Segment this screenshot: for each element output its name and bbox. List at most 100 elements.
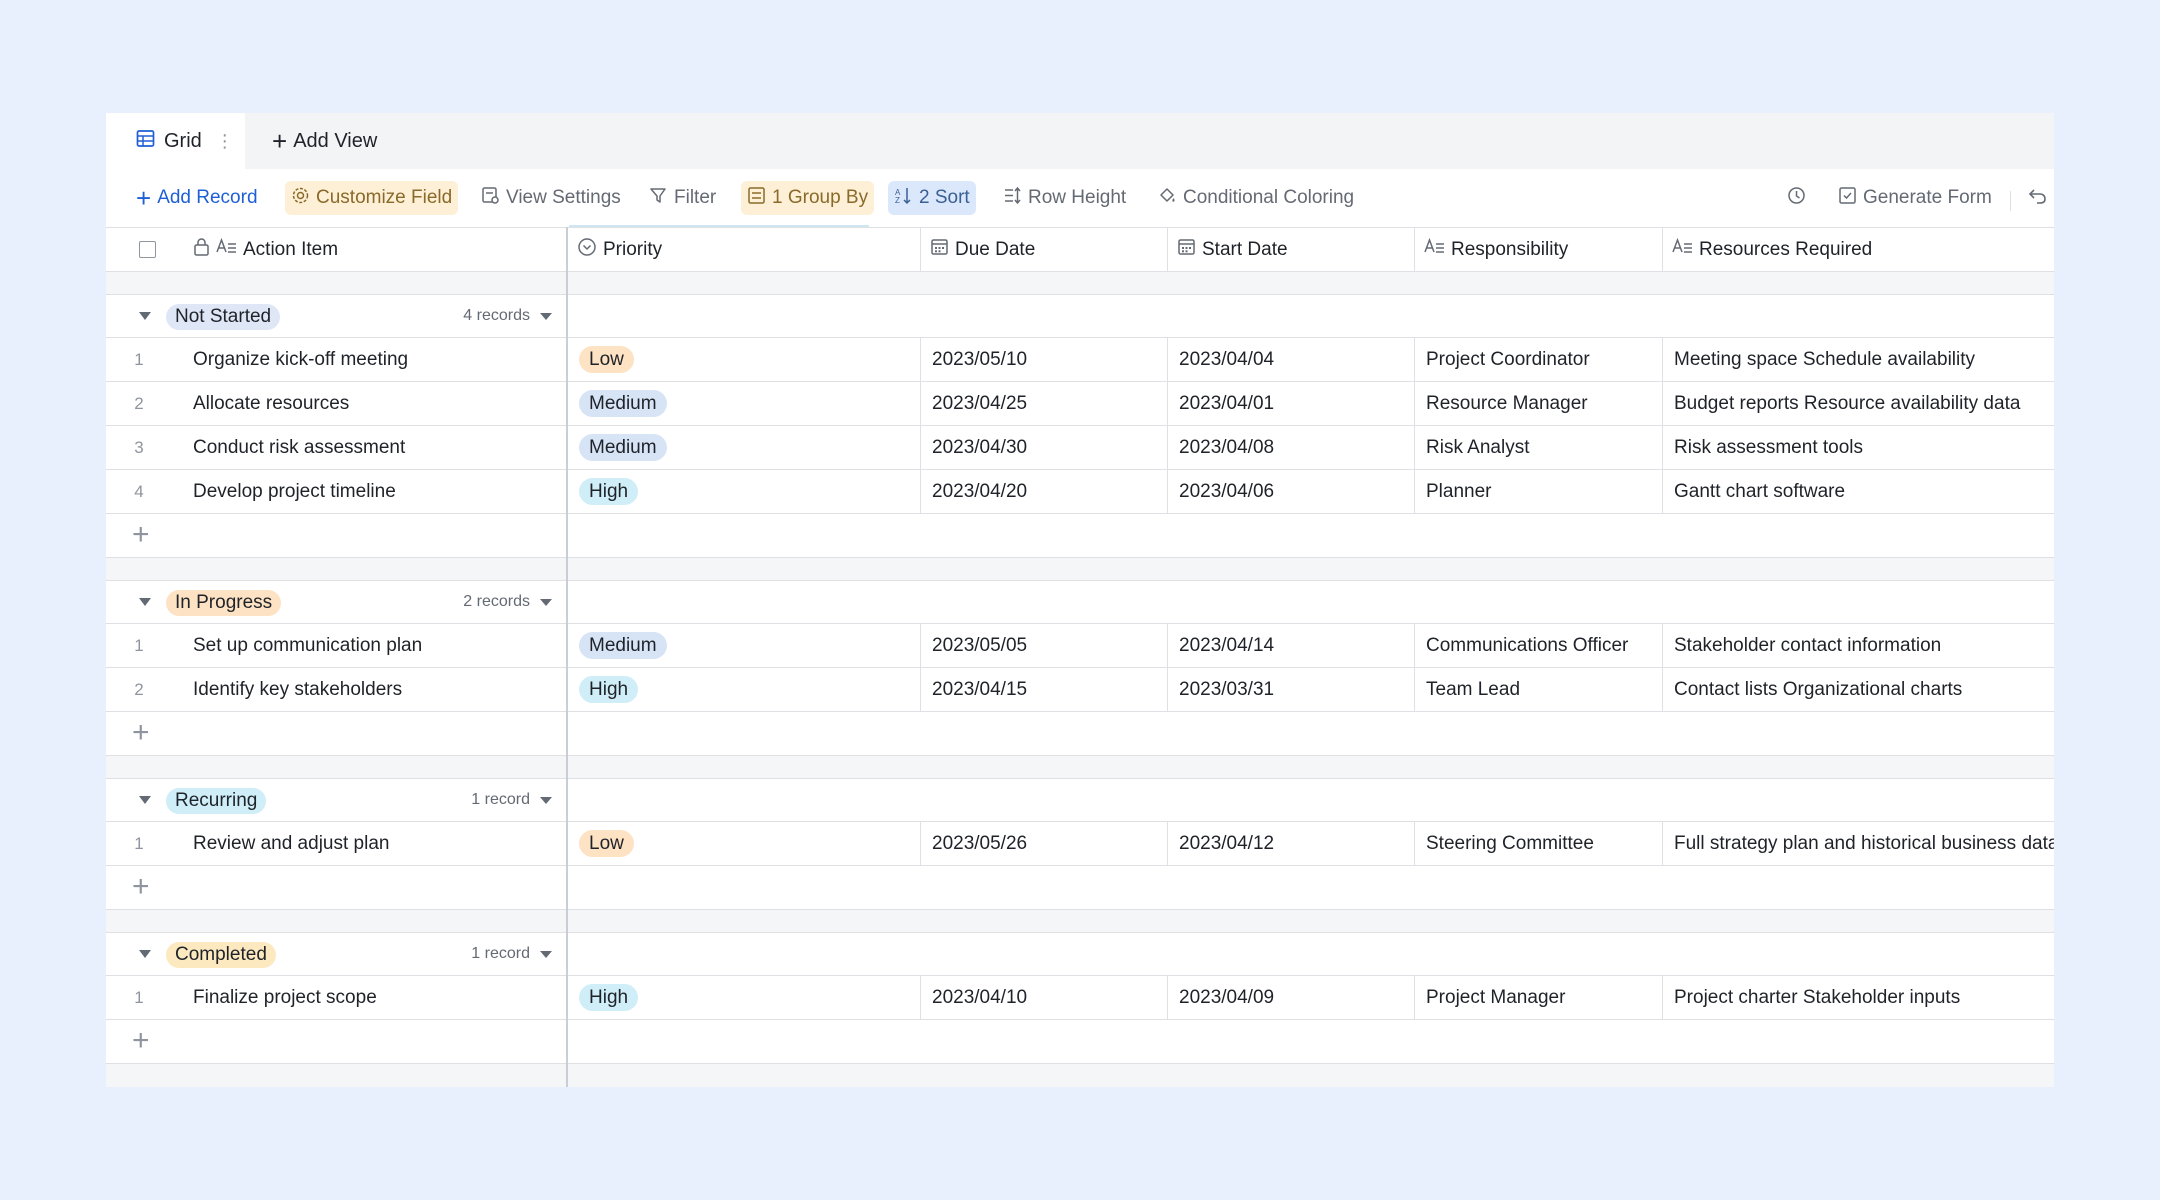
cell-resp[interactable]: Risk Analyst bbox=[1415, 426, 1663, 469]
cell-priority[interactable]: Medium bbox=[568, 624, 921, 667]
add-view-button[interactable]: + Add View bbox=[272, 113, 377, 169]
collapse-caret-icon[interactable] bbox=[139, 312, 151, 320]
tab-more-icon[interactable]: ⋮ bbox=[216, 131, 234, 152]
filter-button[interactable]: Filter bbox=[643, 181, 722, 215]
cell-start[interactable]: 2023/04/06 bbox=[1168, 470, 1415, 513]
cell-start[interactable]: 2023/04/12 bbox=[1168, 822, 1415, 865]
table-row[interactable]: 2 Identify key stakeholders High 2023/04/15… bbox=[106, 668, 2054, 712]
cell-due[interactable]: 2023/04/25 bbox=[921, 382, 1168, 425]
cell-resp[interactable]: Planner bbox=[1415, 470, 1663, 513]
cell-action-item[interactable]: Develop project timeline bbox=[106, 470, 566, 513]
cell-res[interactable]: Meeting space Schedule availability bbox=[1663, 338, 2054, 381]
group-header[interactable]: Completed 1 record bbox=[106, 932, 2054, 976]
cell-res[interactable]: Project charter Stakeholder inputs bbox=[1663, 976, 2054, 1019]
cell-start[interactable]: 2023/04/14 bbox=[1168, 624, 1415, 667]
group-header[interactable]: Not Started 4 records bbox=[106, 294, 2054, 338]
customize-field-button[interactable]: Customize Field bbox=[285, 181, 459, 215]
collapse-caret-icon[interactable] bbox=[139, 950, 151, 958]
cell-res[interactable]: Risk assessment tools bbox=[1663, 426, 2054, 469]
group-menu-chevron-icon[interactable] bbox=[540, 797, 552, 804]
row-height-button[interactable]: Row Height bbox=[997, 181, 1132, 215]
gear-icon bbox=[291, 186, 316, 211]
cell-start[interactable]: 2023/04/08 bbox=[1168, 426, 1415, 469]
cell-resp[interactable]: Resource Manager bbox=[1415, 382, 1663, 425]
cell-priority[interactable]: High bbox=[568, 668, 921, 711]
group-by-button[interactable]: 1 Group By bbox=[741, 181, 875, 215]
generate-form-button[interactable]: Generate Form bbox=[1832, 181, 1998, 215]
paint-bucket-icon bbox=[1158, 186, 1183, 211]
add-row[interactable]: + bbox=[106, 1020, 2054, 1064]
collapse-caret-icon[interactable] bbox=[139, 598, 151, 606]
cell-due[interactable]: 2023/05/10 bbox=[921, 338, 1168, 381]
history-button[interactable] bbox=[1780, 181, 1819, 215]
cell-action-item[interactable]: Identify key stakeholders bbox=[106, 668, 566, 711]
cell-resp[interactable]: Project Manager bbox=[1415, 976, 1663, 1019]
group-menu-chevron-icon[interactable] bbox=[540, 599, 552, 606]
cell-due[interactable]: 2023/04/10 bbox=[921, 976, 1168, 1019]
group-header[interactable]: Recurring 1 record bbox=[106, 778, 2054, 822]
cell-priority[interactable]: High bbox=[568, 470, 921, 513]
cell-res[interactable]: Stakeholder contact information bbox=[1663, 624, 2054, 667]
cell-resp[interactable]: Steering Committee bbox=[1415, 822, 1663, 865]
header-priority[interactable]: Priority bbox=[568, 228, 921, 271]
cell-resp[interactable]: Communications Officer bbox=[1415, 624, 1663, 667]
group-status-tag: Recurring bbox=[166, 788, 267, 814]
add-record-button[interactable]: + Add Record bbox=[130, 181, 264, 215]
header-responsibility[interactable]: Responsibility bbox=[1415, 228, 1663, 271]
cell-priority[interactable]: Low bbox=[568, 822, 921, 865]
cell-action-item[interactable]: Finalize project scope bbox=[106, 976, 566, 1019]
header-due-date[interactable]: Due Date bbox=[921, 228, 1168, 271]
header-start-date[interactable]: Start Date bbox=[1168, 228, 1415, 271]
cell-priority[interactable]: High bbox=[568, 976, 921, 1019]
add-row-plus-icon[interactable]: + bbox=[132, 1026, 150, 1056]
cell-res[interactable]: Full strategy plan and historical busine… bbox=[1663, 822, 2054, 865]
cell-due[interactable]: 2023/05/05 bbox=[921, 624, 1168, 667]
tab-grid[interactable]: Grid ⋮ bbox=[106, 113, 245, 169]
cell-priority[interactable]: Low bbox=[568, 338, 921, 381]
cell-due[interactable]: 2023/04/30 bbox=[921, 426, 1168, 469]
cell-due[interactable]: 2023/04/15 bbox=[921, 668, 1168, 711]
group-menu-chevron-icon[interactable] bbox=[540, 951, 552, 958]
cell-res[interactable]: Gantt chart software bbox=[1663, 470, 2054, 513]
conditional-coloring-button[interactable]: Conditional Coloring bbox=[1152, 181, 1360, 215]
group-header[interactable]: In Progress 2 records bbox=[106, 580, 2054, 624]
cell-action-item[interactable]: Set up communication plan bbox=[106, 624, 566, 667]
view-settings-button[interactable]: View Settings bbox=[475, 181, 627, 215]
cell-start[interactable]: 2023/04/04 bbox=[1168, 338, 1415, 381]
cell-due[interactable]: 2023/05/26 bbox=[921, 822, 1168, 865]
cell-due[interactable]: 2023/04/20 bbox=[921, 470, 1168, 513]
table-row[interactable]: 4 Develop project timeline High 2023/04/20 2… bbox=[106, 470, 2054, 514]
cell-res[interactable]: Budget reports Resource availability dat… bbox=[1663, 382, 2054, 425]
cell-start[interactable]: 2023/04/09 bbox=[1168, 976, 1415, 1019]
add-row[interactable]: + bbox=[106, 514, 2054, 558]
add-row-plus-icon[interactable]: + bbox=[132, 520, 150, 550]
table-row[interactable]: 1 Organize kick-off meeting Low 2023/05/10 2… bbox=[106, 338, 2054, 382]
table-row[interactable]: 1 Set up communication plan Medium 2023/05/… bbox=[106, 624, 2054, 668]
sort-button[interactable]: AZ 2 Sort bbox=[888, 181, 976, 215]
cell-start[interactable]: 2023/04/01 bbox=[1168, 382, 1415, 425]
cell-start[interactable]: 2023/03/31 bbox=[1168, 668, 1415, 711]
header-action-item[interactable]: Action Item bbox=[184, 228, 566, 271]
table-row[interactable]: 1 Review and adjust plan Low 2023/05/26 2023… bbox=[106, 822, 2054, 866]
table-row[interactable]: 2 Allocate resources Medium 2023/04/25 2023/… bbox=[106, 382, 2054, 426]
table-row[interactable]: 3 Conduct risk assessment Medium 2023/04/30… bbox=[106, 426, 2054, 470]
header-resources-required[interactable]: Resources Required bbox=[1663, 228, 2054, 271]
add-row[interactable]: + bbox=[106, 712, 2054, 756]
add-row-plus-icon[interactable]: + bbox=[132, 718, 150, 748]
cell-res[interactable]: Contact lists Organizational charts bbox=[1663, 668, 2054, 711]
cell-action-item[interactable]: Conduct risk assessment bbox=[106, 426, 566, 469]
table-row[interactable]: 1 Finalize project scope High 2023/04/10 202… bbox=[106, 976, 2054, 1020]
cell-resp[interactable]: Team Lead bbox=[1415, 668, 1663, 711]
undo-button[interactable] bbox=[2022, 181, 2054, 215]
cell-resp[interactable]: Project Coordinator bbox=[1415, 338, 1663, 381]
add-row-plus-icon[interactable]: + bbox=[132, 872, 150, 902]
add-row[interactable]: + bbox=[106, 866, 2054, 910]
cell-priority[interactable]: Medium bbox=[568, 382, 921, 425]
group-menu-chevron-icon[interactable] bbox=[540, 313, 552, 320]
cell-action-item[interactable]: Review and adjust plan bbox=[106, 822, 566, 865]
cell-action-item[interactable]: Allocate resources bbox=[106, 382, 566, 425]
cell-action-item[interactable]: Organize kick-off meeting bbox=[106, 338, 566, 381]
cell-priority[interactable]: Medium bbox=[568, 426, 921, 469]
select-all-checkbox[interactable] bbox=[139, 241, 156, 258]
collapse-caret-icon[interactable] bbox=[139, 796, 151, 804]
